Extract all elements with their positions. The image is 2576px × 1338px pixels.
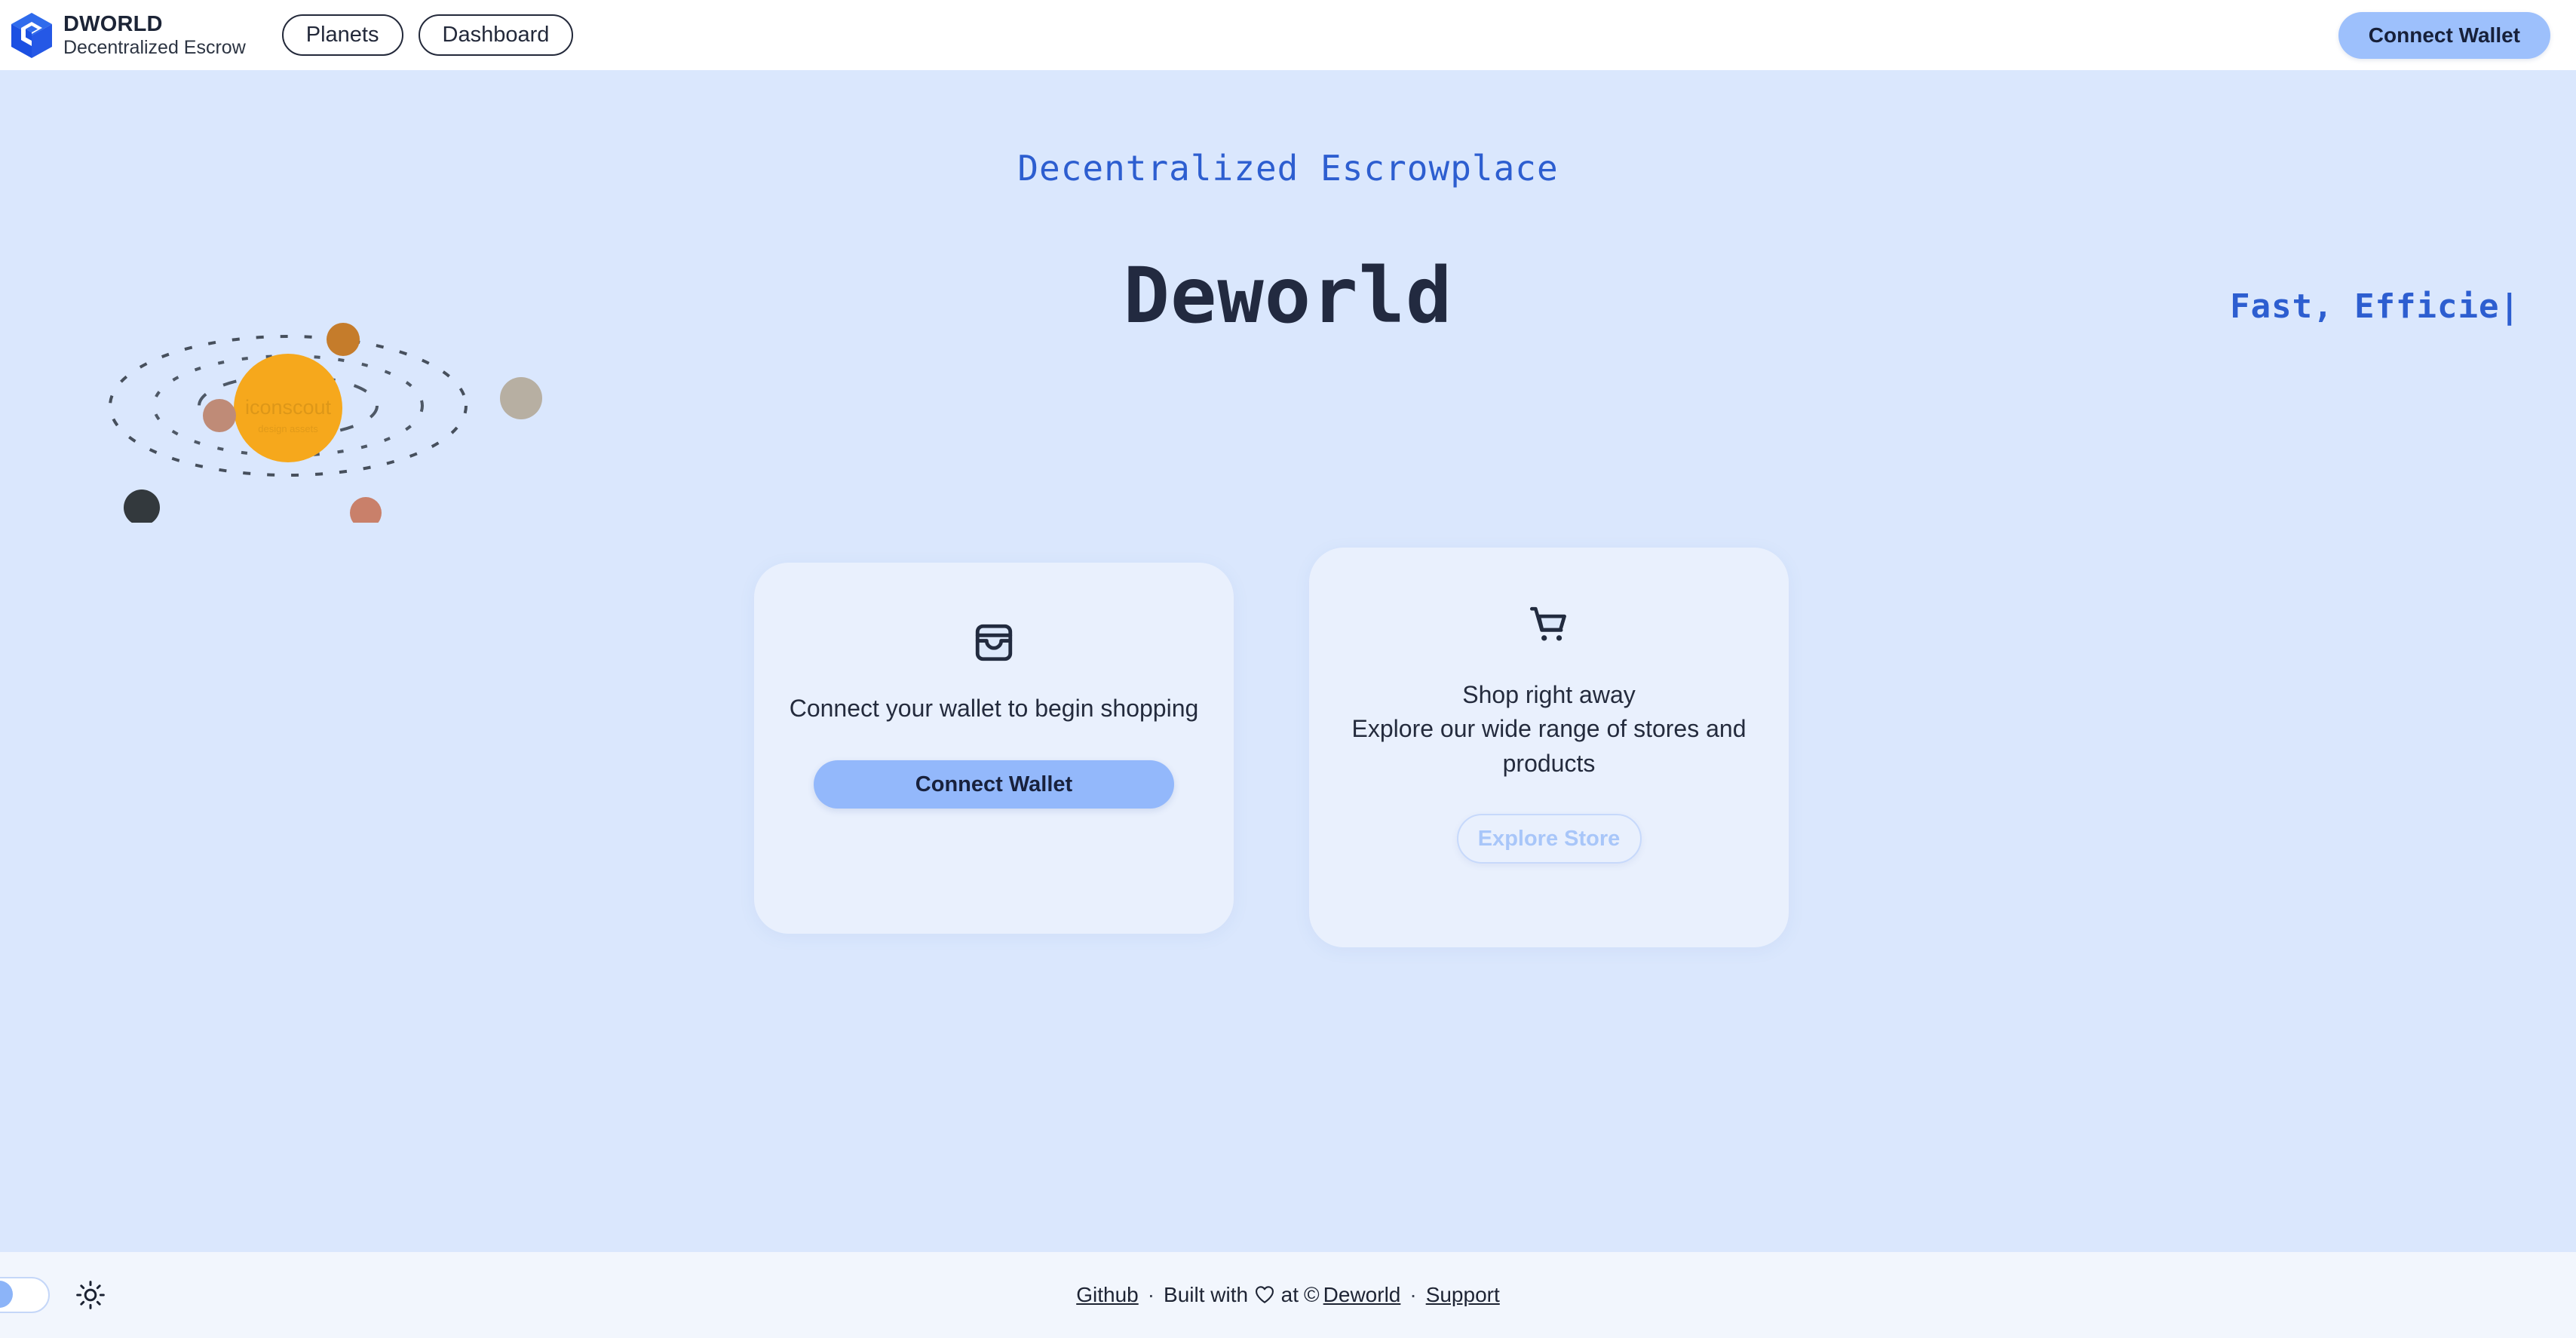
card-connect-wallet-button[interactable]: Connect Wallet — [814, 760, 1174, 809]
card-shop-text: Shop right away Explore our wide range o… — [1309, 678, 1789, 781]
hero-typewriter-text: Fast, Efficie — [2230, 287, 2500, 326]
nav-pill-planets[interactable]: Planets — [281, 14, 403, 56]
planet-beige-right — [500, 377, 542, 419]
card-connect-wallet-text: Connect your wallet to begin shopping — [789, 695, 1199, 722]
svg-text:design assets: design assets — [258, 423, 318, 434]
shopping-cart-icon — [1529, 606, 1566, 641]
nav-pill-dashboard[interactable]: Dashboard — [418, 14, 574, 56]
footer-built-with-label: Built with — [1164, 1283, 1249, 1306]
hero-section: Decentralized Escrowplace Deworld Fast, … — [0, 70, 2576, 1252]
card-connect-wallet: Connect your wallet to begin shopping Co… — [754, 563, 1234, 934]
footer-link-github[interactable]: Github — [1076, 1283, 1139, 1306]
wallet-inbox-icon — [975, 624, 1013, 661]
planet-salmon-bottom — [350, 497, 382, 523]
card-explore-store-button[interactable]: Explore Store — [1456, 814, 1642, 864]
hero-eyebrow: Decentralized Escrowplace — [1017, 148, 1559, 189]
footer-at-label: at — [1280, 1283, 1299, 1306]
planet-rose-left — [203, 399, 236, 432]
card-shop: Shop right away Explore our wide range o… — [1309, 548, 1789, 947]
solar-system-illustration: iconscout design assets — [109, 323, 542, 523]
svg-text:iconscout: iconscout — [245, 396, 332, 419]
hero-typewriter: Fast, Efficie| — [2230, 287, 2520, 326]
app-footer: Github · Built with at © Deworld · Support — [0, 1252, 2576, 1338]
header-connect-wallet-button[interactable]: Connect Wallet — [2338, 11, 2550, 59]
cube-logo-icon — [11, 12, 52, 58]
brand-text: DWORLD Decentralized Escrow — [63, 11, 246, 59]
copyright-icon: © — [1304, 1283, 1320, 1306]
brand-subtitle: Decentralized Escrow — [63, 37, 246, 59]
planet-dark-bottom-left — [124, 489, 160, 523]
planet-orange-top — [327, 323, 360, 356]
footer-separator-2: · — [1409, 1283, 1417, 1306]
card-shop-text-line2: Explore our wide range of stores and pro… — [1351, 715, 1746, 777]
app-header: DWORLD Decentralized Escrow Planets Dash… — [0, 0, 2576, 70]
typewriter-caret-icon: | — [2499, 287, 2520, 326]
brand[interactable]: DWORLD Decentralized Escrow — [11, 12, 246, 59]
footer-separator-1: · — [1147, 1283, 1155, 1306]
card-shop-text-line1: Shop right away — [1462, 681, 1636, 708]
footer-links: Github · Built with at © Deworld · Support — [0, 1283, 2576, 1307]
footer-link-support[interactable]: Support — [1426, 1283, 1500, 1306]
brand-title: DWORLD — [63, 11, 163, 36]
primary-nav: Planets Dashboard — [281, 14, 574, 56]
footer-link-deworld[interactable]: Deworld — [1323, 1283, 1401, 1306]
page-root: DWORLD Decentralized Escrow Planets Dash… — [0, 0, 2576, 1338]
heart-icon — [1255, 1286, 1274, 1303]
